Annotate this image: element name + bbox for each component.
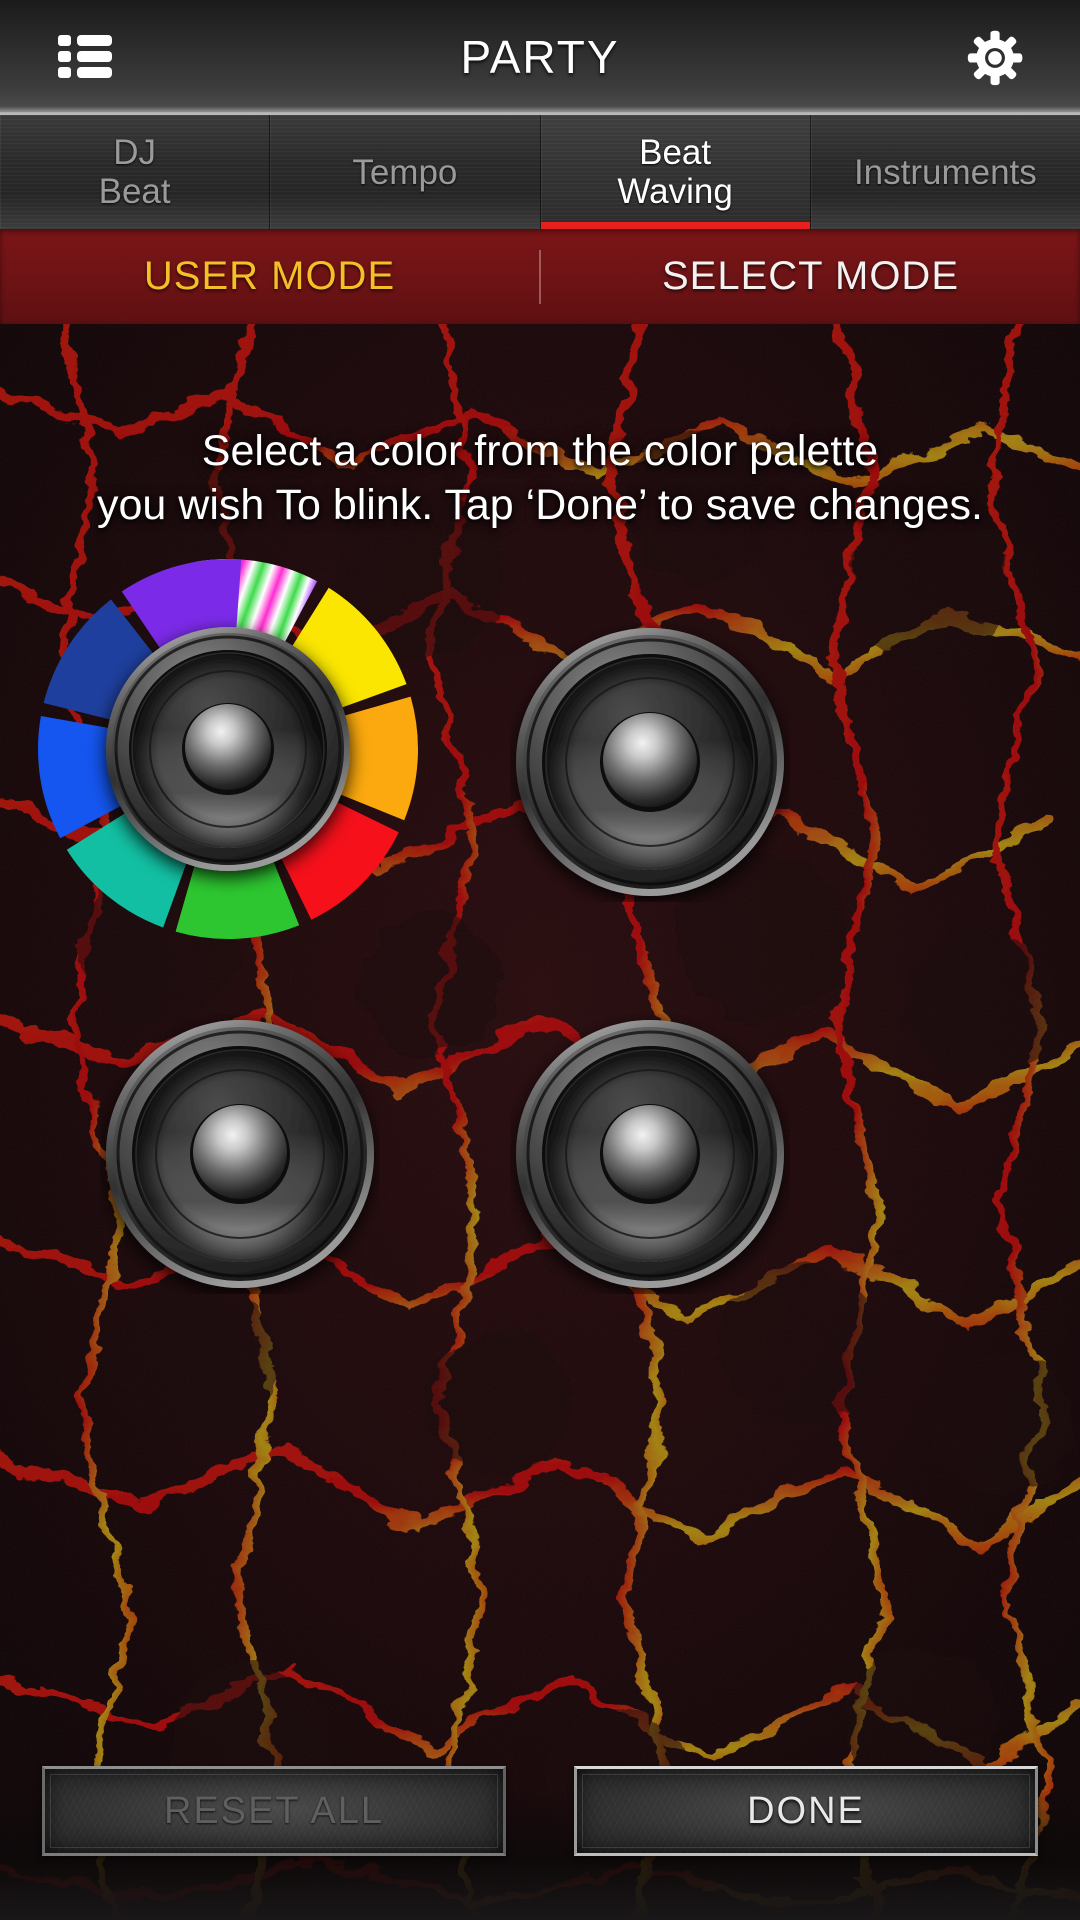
instruction-line-2: you wish To blink. Tap ‘Done’ to save ch… xyxy=(96,481,983,529)
footer-actions: RESET ALL DONE xyxy=(0,1766,1080,1856)
pad-4[interactable] xyxy=(510,1014,790,1294)
mode-user[interactable]: USER MODE xyxy=(0,254,539,299)
tab-beat-waving-line2: Waving xyxy=(617,172,733,211)
tab-beat-waving-line1: Beat xyxy=(639,133,712,172)
app-header: PARTY xyxy=(0,0,1080,113)
gear-icon xyxy=(967,30,1023,85)
tab-dj-beat[interactable]: DJ Beat xyxy=(0,115,271,229)
list-menu-icon xyxy=(58,34,112,78)
done-button[interactable]: DONE xyxy=(574,1766,1038,1856)
tab-instruments-label: Instruments xyxy=(853,152,1037,192)
reset-all-button[interactable]: RESET ALL xyxy=(42,1766,506,1856)
tab-beat-waving[interactable]: Beat Waving xyxy=(540,115,811,229)
reset-all-label: RESET ALL xyxy=(163,1789,385,1832)
page-title: PARTY xyxy=(460,30,620,83)
tab-dj-beat-line2: Beat xyxy=(98,172,171,211)
mode-select[interactable]: SELECT MODE xyxy=(541,254,1080,299)
pad-3[interactable] xyxy=(100,1014,380,1294)
tab-tempo-label: Tempo xyxy=(352,152,458,192)
done-label: DONE xyxy=(747,1789,865,1832)
tab-tempo[interactable]: Tempo xyxy=(270,115,541,229)
tab-instruments[interactable]: Instruments xyxy=(811,115,1080,229)
instruction-text: Select a color from the color palette yo… xyxy=(0,424,1080,532)
pad-1[interactable] xyxy=(18,539,438,959)
settings-button[interactable] xyxy=(910,0,1080,113)
pad-2[interactable] xyxy=(510,622,790,902)
mode-bar: USER MODE SELECT MODE xyxy=(0,229,1080,324)
tab-bar: DJ Beat Tempo Beat Waving Instruments xyxy=(0,113,1080,229)
pad-1-speaker xyxy=(106,627,350,871)
pad-stage: Select a color from the color palette yo… xyxy=(0,324,1080,1920)
instruction-line-1: Select a color from the color palette xyxy=(201,427,879,475)
tab-dj-beat-line1: DJ xyxy=(113,133,157,172)
menu-button[interactable] xyxy=(0,0,170,113)
